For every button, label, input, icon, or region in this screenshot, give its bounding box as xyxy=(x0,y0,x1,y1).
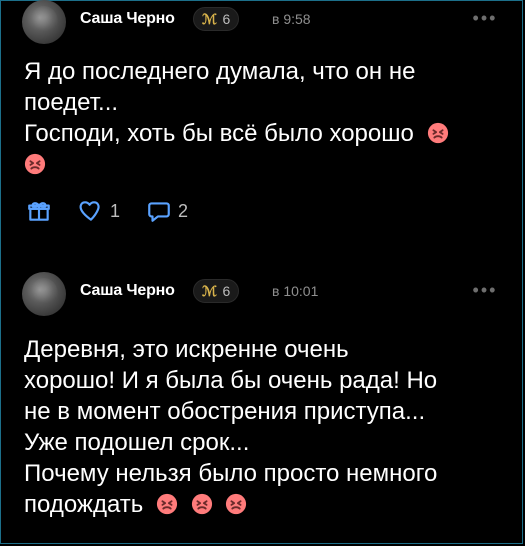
timestamp: в 10:01 xyxy=(272,283,319,299)
level-number: 6 xyxy=(222,11,231,27)
level-badge[interactable]: ℳ 6 xyxy=(193,7,240,31)
text-line: не в момент обострения приступа... xyxy=(24,398,426,425)
text-line: Я до последнего думала, что он не xyxy=(24,58,416,85)
post: Саша Черно ℳ 6 в 10:01 ••• Деревня, это … xyxy=(0,272,525,546)
text-line: Господи, хоть бы всё было хорошо xyxy=(24,118,494,149)
post-header: Саша Черно ℳ 6 в 10:01 ••• xyxy=(22,272,502,316)
confounded-face-emoji xyxy=(427,122,449,144)
post-text: Я до последнего думала, что он не поедет… xyxy=(24,56,494,180)
confounded-face-emoji xyxy=(156,493,178,515)
like-count: 1 xyxy=(110,200,121,221)
text-line: Деревня, это искренне очень xyxy=(24,336,349,363)
post-header: Саша Черно ℳ 6 в 9:58 ••• xyxy=(22,0,502,44)
comment-icon xyxy=(146,198,172,224)
comment-button[interactable]: 2 xyxy=(146,198,188,224)
post: Саша Черно ℳ 6 в 9:58 ••• Я до последнег… xyxy=(0,0,525,245)
confounded-face-emoji xyxy=(191,493,213,515)
confounded-face-emoji xyxy=(24,153,46,175)
text-line: Почему нельзя было просто немного xyxy=(24,460,438,487)
text-line xyxy=(24,149,494,180)
text-line: хорошо! И я была бы очень рада! Но xyxy=(24,367,438,394)
avatar[interactable] xyxy=(22,0,66,44)
confounded-face-emoji xyxy=(225,493,247,515)
timestamp: в 9:58 xyxy=(272,11,311,27)
comment-count: 2 xyxy=(178,200,189,221)
post-actions: 1 2 xyxy=(26,196,266,226)
more-horizontal-icon[interactable]: ••• xyxy=(468,281,502,299)
text-line-content: Господи, хоть бы всё было хорошо xyxy=(24,120,414,147)
post-text: Деревня, это искренне очень хорошо! И я … xyxy=(24,334,494,520)
text-line-content: подождать xyxy=(24,491,144,518)
gift-icon xyxy=(26,198,52,224)
author-name[interactable]: Саша Черно xyxy=(80,10,175,28)
level-badge[interactable]: ℳ 6 xyxy=(193,279,240,303)
level-badge-icon: ℳ xyxy=(202,282,217,299)
level-badge-icon: ℳ xyxy=(202,10,217,27)
text-line: подождать xyxy=(24,489,494,520)
avatar[interactable] xyxy=(22,272,66,316)
heart-outline-icon xyxy=(78,198,104,224)
text-line: Уже подошел срок... xyxy=(24,429,250,456)
level-number: 6 xyxy=(222,283,231,299)
author-name[interactable]: Саша Черно xyxy=(80,282,175,300)
more-horizontal-icon[interactable]: ••• xyxy=(468,9,502,27)
gift-button[interactable] xyxy=(26,198,52,224)
text-line: поедет... xyxy=(24,89,119,116)
like-button[interactable]: 1 xyxy=(78,198,120,224)
